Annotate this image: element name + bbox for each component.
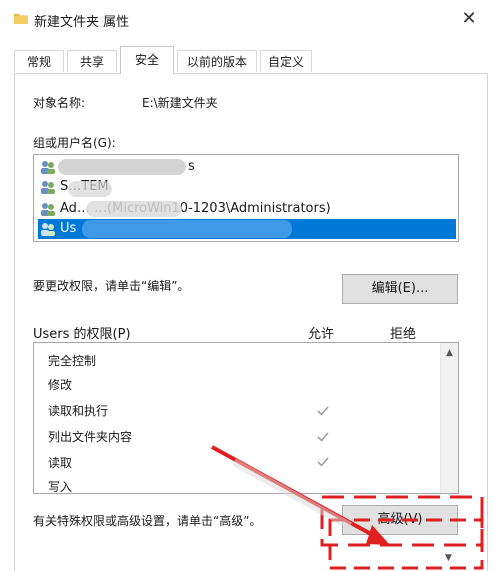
allow-column-header: 允许 bbox=[308, 327, 335, 342]
user-name: Us bbox=[60, 221, 77, 236]
object-name-label: 对象名称: bbox=[33, 96, 86, 110]
tab-customize[interactable]: 自定义 bbox=[260, 50, 312, 72]
permissions-title: Users 的权限(P) bbox=[33, 327, 131, 342]
edit-button[interactable]: 编辑(E)... bbox=[342, 274, 458, 304]
users-group-icon bbox=[41, 181, 55, 194]
window-title: 新建文件夹 属性 bbox=[34, 15, 130, 30]
tab-sharing[interactable]: 共享 bbox=[67, 50, 117, 72]
permissions-scrollbar[interactable]: ▲ bbox=[440, 343, 458, 493]
tab-general[interactable]: 常规 bbox=[14, 50, 64, 72]
user-name: s bbox=[188, 159, 195, 174]
scroll-down-arrow-icon[interactable]: ▼ bbox=[440, 550, 457, 567]
group-or-user-label: 组或用户名(G): bbox=[33, 136, 116, 150]
tab-previous-versions[interactable]: 以前的版本 bbox=[177, 50, 257, 72]
deny-column-header: 拒绝 bbox=[390, 327, 417, 342]
user-item-selected[interactable]: Us bbox=[38, 219, 456, 239]
scroll-up-arrow-icon[interactable]: ▲ bbox=[441, 345, 458, 362]
close-button[interactable]: ✕ bbox=[456, 6, 482, 32]
change-permissions-hint: 要更改权限，请单击“编辑”。 bbox=[33, 279, 190, 293]
users-group-icon bbox=[41, 223, 55, 236]
tab-security[interactable]: 安全 bbox=[120, 46, 174, 74]
permission-name: 完全控制 bbox=[48, 354, 97, 368]
folder-icon bbox=[14, 14, 28, 24]
user-item[interactable]: Ad… …(MicroWin10-1203\Administrators) bbox=[38, 199, 456, 219]
allow-checkmark-icon bbox=[317, 432, 329, 442]
tab-bar: 常规 共享 安全 以前的版本 自定义 bbox=[14, 46, 488, 74]
user-item[interactable]: s bbox=[38, 157, 456, 177]
permissions-list: 完全控制 修改 读取和执行 列出文件夹内容 读取 写入 ▲ bbox=[33, 342, 459, 494]
redaction-blur bbox=[68, 181, 112, 197]
advanced-settings-hint: 有关特殊权限或高级设置，请单击“高级”。 bbox=[33, 514, 262, 528]
object-name-value: E:\新建文件夹 bbox=[142, 96, 218, 110]
users-list[interactable]: s S…TEM Ad… …(MicroWin10-1203\Administra… bbox=[33, 154, 459, 242]
redaction-blur bbox=[58, 159, 186, 175]
users-group-icon bbox=[41, 203, 55, 216]
advanced-button[interactable]: 高级(V) bbox=[342, 505, 458, 535]
user-item[interactable]: S…TEM bbox=[38, 177, 456, 197]
bottom-area bbox=[33, 544, 459, 571]
permission-name: 读取和执行 bbox=[48, 404, 109, 418]
redaction-blur bbox=[82, 220, 292, 238]
permission-name: 读取 bbox=[48, 456, 73, 470]
permission-name: 写入 bbox=[48, 480, 73, 494]
permission-name: 列出文件夹内容 bbox=[48, 430, 133, 444]
allow-checkmark-icon bbox=[317, 457, 329, 467]
redaction-blur bbox=[86, 201, 182, 217]
permission-name: 修改 bbox=[48, 378, 73, 392]
users-group-icon bbox=[41, 161, 55, 174]
allow-checkmark-icon bbox=[317, 406, 329, 416]
